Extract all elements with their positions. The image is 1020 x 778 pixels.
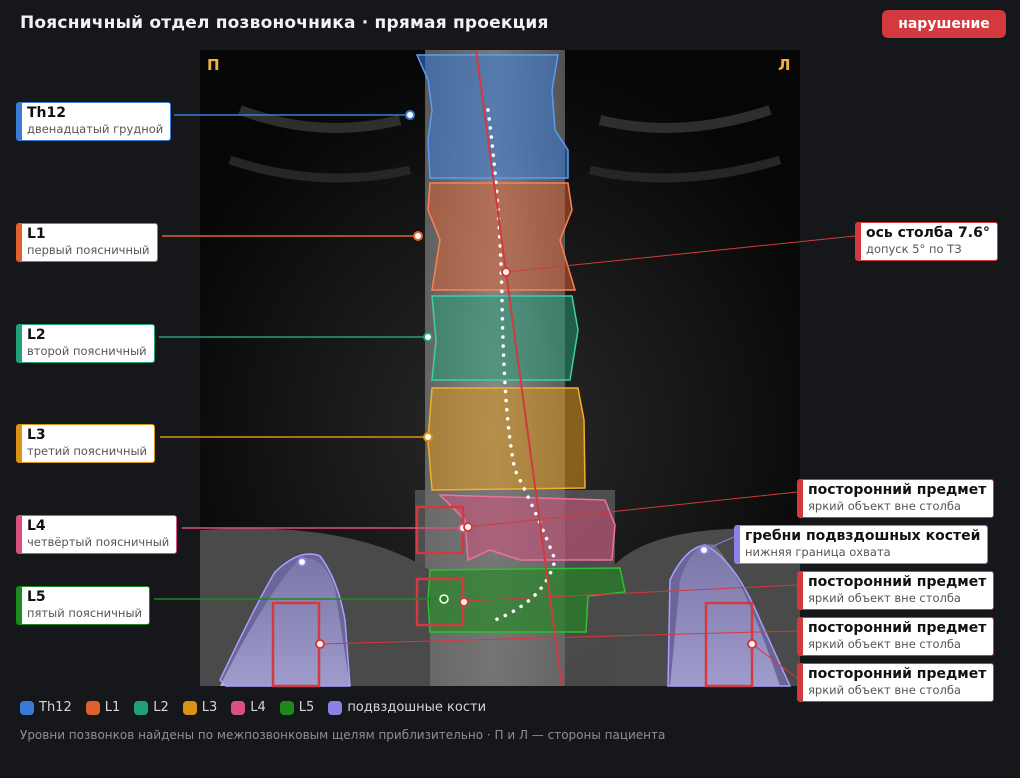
level-desc: первый поясничный [27,243,150,257]
level-name: L3 [27,427,46,443]
legend-swatch [231,700,246,715]
callout-title: посторонний предмет [808,666,987,682]
legend-swatch [328,700,343,715]
side-marker-left: Л [778,56,791,74]
foreign-object-box-1 [415,505,465,555]
legend-label: Th12 [39,700,72,715]
legend-label: L1 [104,700,121,715]
legend-item-iliac: подвздошные кости [328,700,486,715]
legend-label: L5 [298,700,315,715]
foreign-object-callout-2[interactable]: посторонний предмет яркий объект вне сто… [797,571,995,610]
level-label-l5[interactable]: L5 пятый поясничный [16,586,150,625]
callout-title: посторонний предмет [808,620,987,636]
iliac-callout[interactable]: гребни подвздошных костей нижняя граница… [734,525,989,564]
legend-item-th12: Th12 [20,700,72,715]
level-name: Th12 [27,105,66,121]
legend-swatch [85,700,100,715]
side-marker-right: П [207,56,220,74]
level-desc: третий поясничный [27,444,148,458]
level-name: L1 [27,226,46,242]
foreign-object-callout-3[interactable]: посторонний предмет яркий объект вне сто… [797,617,995,656]
level-desc: второй поясничный [27,344,147,358]
axis-angle: ось столба 7.6° [866,225,990,241]
callout-sub: нижняя граница охвата [745,545,891,559]
level-name: L5 [27,589,46,605]
level-desc: пятый поясничный [27,606,142,620]
legend-label: L3 [201,700,218,715]
l5-mask [427,567,626,633]
legend-label: подвздошные кости [347,700,487,715]
legend-swatch [182,700,197,715]
legend-item-l1: L1 [85,700,121,715]
th12-mask [415,54,569,179]
legend-swatch [20,700,34,715]
callout-sub: яркий объект вне столба [808,683,961,697]
legend-swatch [279,700,294,715]
legend-label: L4 [250,700,266,715]
iliac-left-mask [667,544,792,687]
axis-callout[interactable]: ось столба 7.6° допуск 5° по ТЗ [855,222,998,261]
iliac-right-mask [219,553,351,687]
legend-item-l5: L5 [279,700,315,715]
l3-mask [427,387,586,491]
level-label-l2[interactable]: L2 второй поясничный [16,324,155,363]
foreign-object-callout-1[interactable]: посторонний предмет яркий объект вне сто… [797,479,995,518]
level-name: L2 [27,327,46,343]
level-label-l3[interactable]: L3 третий поясничный [16,424,156,463]
callout-title: посторонний предмет [808,574,987,590]
level-desc: четвёртый поясничный [27,535,170,549]
foreign-object-callout-4[interactable]: посторонний предмет яркий объект вне сто… [797,663,995,702]
legend-item-l2: L2 [134,700,169,715]
level-name: L4 [27,518,46,534]
level-desc: двенадцатый грудной [27,122,164,136]
legend-item-l4: L4 [231,700,266,715]
callout-sub: яркий объект вне столба [808,637,961,651]
legend-swatch [134,700,149,715]
l2-mask [431,295,579,381]
footer-note: Уровни позвонков найдены по межпозвонков… [20,728,666,742]
level-label-th12[interactable]: Th12 двенадцатый грудной [16,102,172,141]
legend-label: L2 [153,700,169,715]
legend: Th12 L1 L2 L3 L4 L5 подвздошные кости [20,700,486,715]
level-label-l1[interactable]: L1 первый поясничный [16,223,158,262]
callout-sub: яркий объект вне столба [808,499,961,513]
callout-sub: яркий объект вне столба [808,591,961,605]
legend-item-l3: L3 [182,700,218,715]
axis-tolerance: допуск 5° по ТЗ [866,242,962,256]
callout-title: посторонний предмет [808,482,987,498]
level-label-l4[interactable]: L4 четвёртый поясничный [16,515,178,554]
callout-title: гребни подвздошных костей [745,528,981,544]
